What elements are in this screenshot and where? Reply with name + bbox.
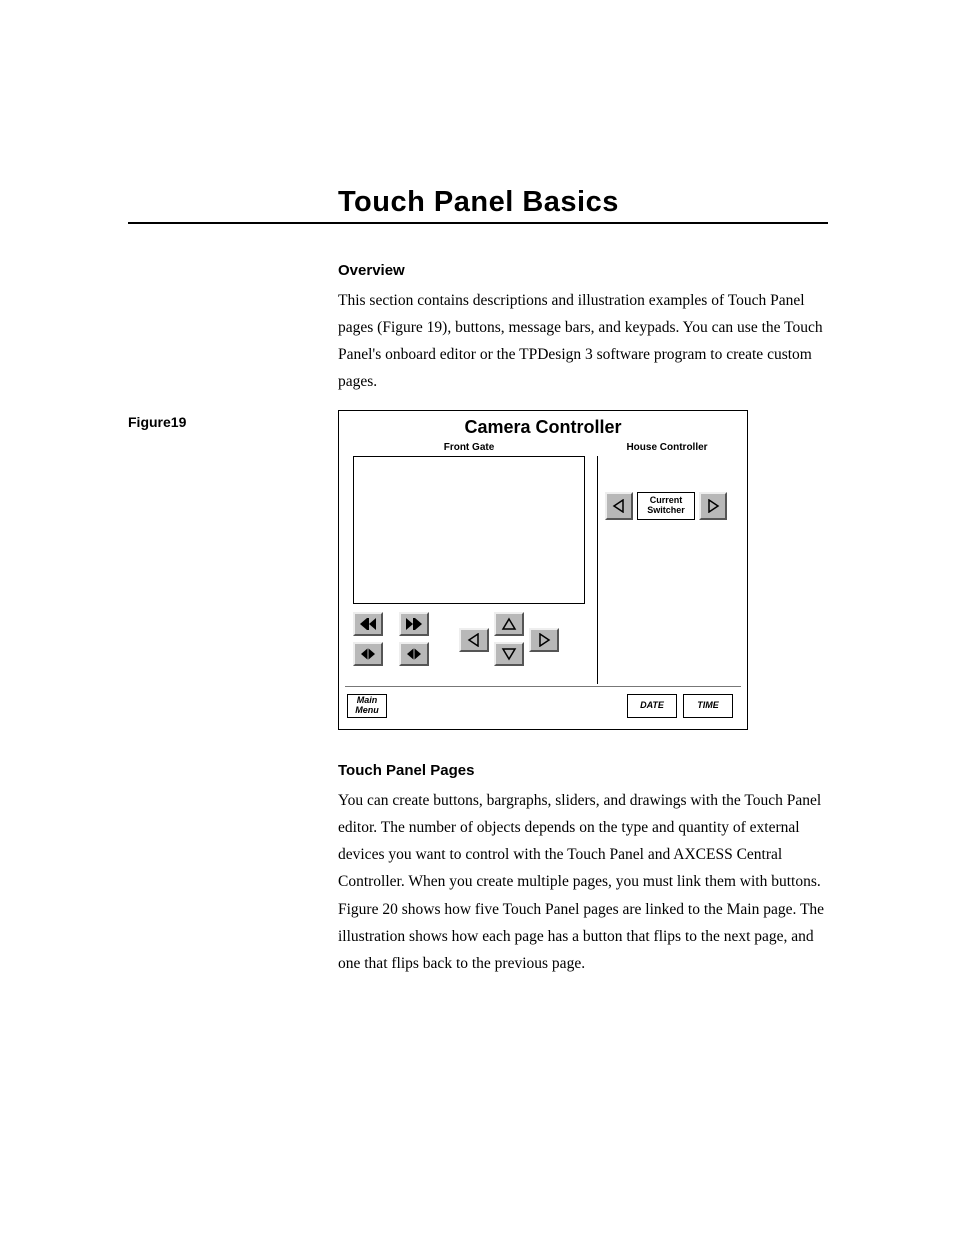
diamond-icon: [360, 647, 376, 661]
triangle-down-icon: [501, 647, 517, 661]
skip-back-button-1[interactable]: [353, 612, 383, 636]
switcher-prev-button[interactable]: [605, 492, 633, 520]
label-house-controller: House Controller: [597, 442, 737, 453]
triangle-right-icon: [537, 633, 551, 647]
figure-caption: Figure19: [128, 414, 186, 430]
heading-overview: Overview: [338, 262, 828, 279]
diamond-icon: [406, 647, 422, 661]
label-current-switcher: Current Switcher: [637, 492, 695, 520]
skip-back-icon: [359, 617, 377, 631]
arrow-down-button[interactable]: [494, 642, 524, 666]
triangle-left-icon: [467, 633, 481, 647]
overview-paragraph: This section contains descriptions and i…: [338, 287, 828, 396]
triangle-left-icon: [612, 499, 626, 513]
figure-camera-controller: Camera Controller Front Gate House Contr…: [338, 410, 748, 730]
status-bar-separator: [345, 686, 741, 688]
arrow-up-button[interactable]: [494, 612, 524, 636]
panel-front-gate: [353, 456, 585, 604]
date-field: DATE: [627, 694, 677, 718]
time-field: TIME: [683, 694, 733, 718]
skip-fwd-button-1[interactable]: [399, 612, 429, 636]
title-rule: [128, 222, 828, 224]
triangle-right-icon: [706, 499, 720, 513]
switcher-next-button[interactable]: [699, 492, 727, 520]
page-title: Touch Panel Basics: [338, 186, 828, 219]
figure-title: Camera Controller: [339, 411, 747, 440]
diamond-button-1[interactable]: [353, 642, 383, 666]
triangle-up-icon: [501, 617, 517, 631]
skip-fwd-icon: [405, 617, 423, 631]
pages-paragraph: You can create buttons, bargraphs, slide…: [338, 787, 828, 977]
main-menu-button[interactable]: Main Menu: [347, 694, 387, 718]
panel-house-controller: [597, 456, 737, 684]
arrow-right-button[interactable]: [529, 628, 559, 652]
label-front-gate: Front Gate: [353, 442, 585, 453]
arrow-left-button[interactable]: [459, 628, 489, 652]
diamond-button-2[interactable]: [399, 642, 429, 666]
heading-touch-panel-pages: Touch Panel Pages: [338, 762, 828, 779]
